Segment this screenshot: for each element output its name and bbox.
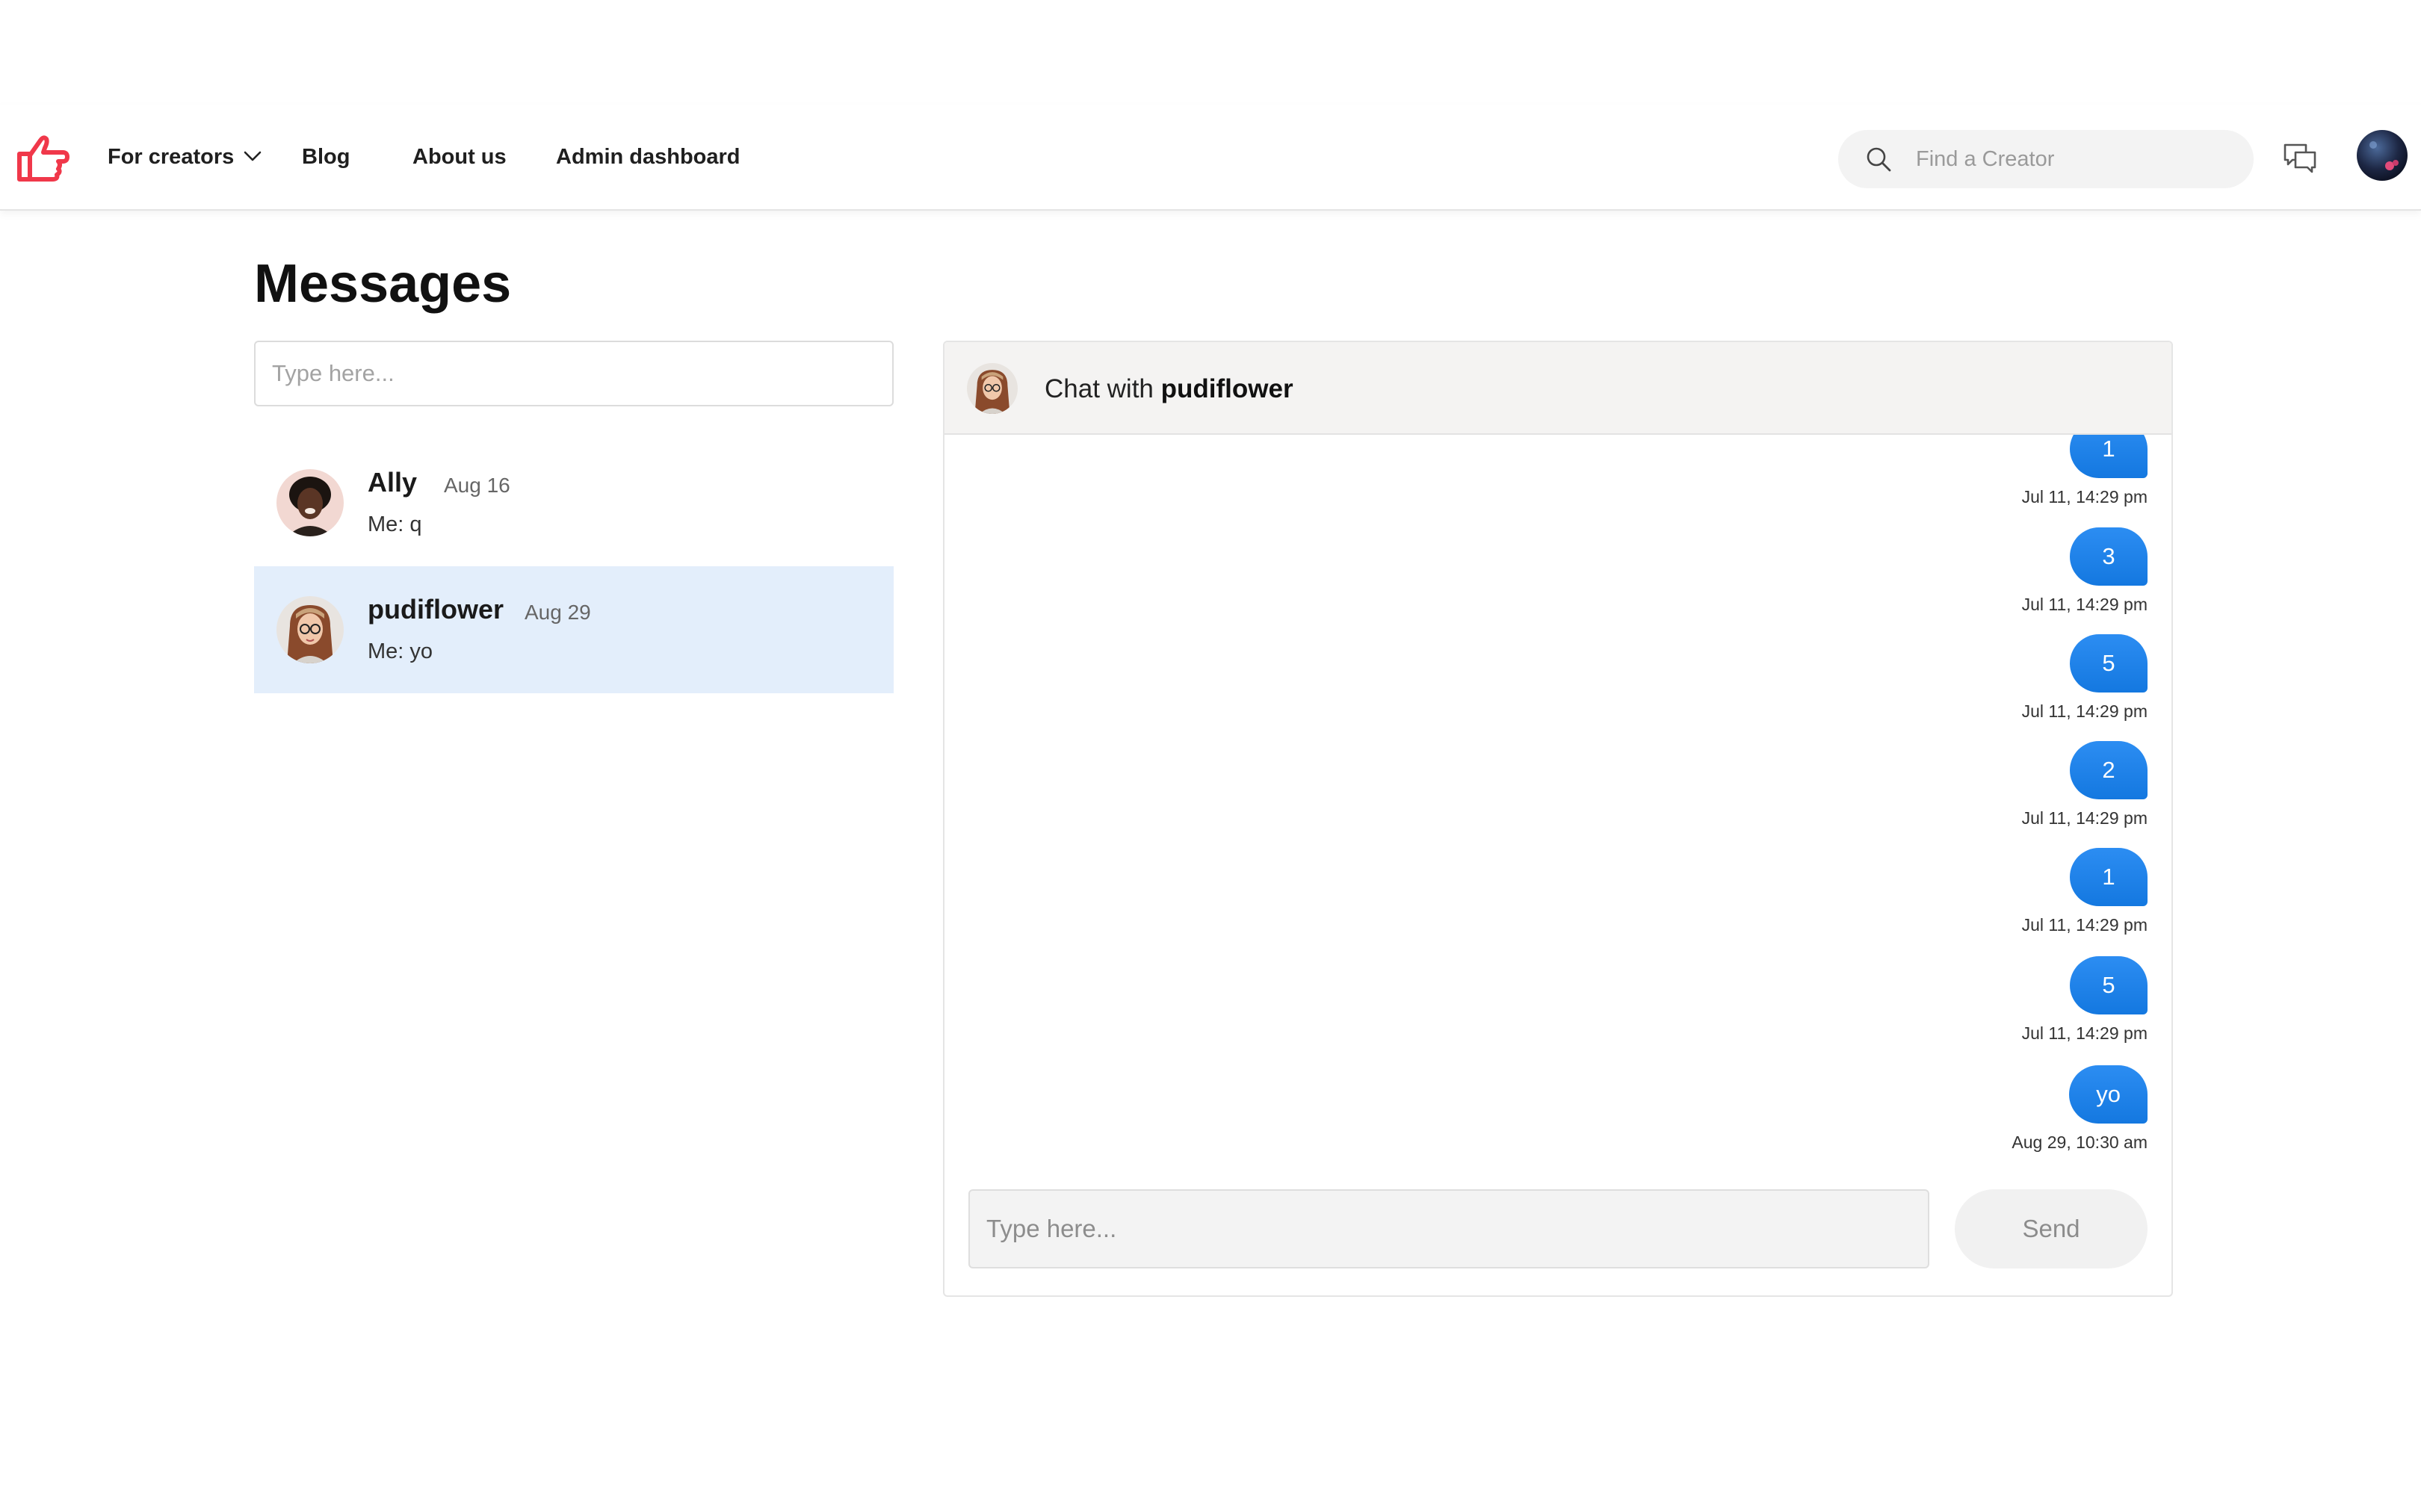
nav-admin-dashboard[interactable]: Admin dashboard [556, 142, 740, 172]
message: 3 Jul 11, 14:29 pm [2022, 527, 2148, 616]
message-timestamp: Aug 29, 10:30 am [2012, 1133, 2148, 1152]
conversation-date: Aug 29 [525, 601, 591, 624]
nav-about-us[interactable]: About us [412, 142, 507, 172]
user-avatar-image [2357, 130, 2408, 181]
message: 1 Jul 11, 14:29 pm [2022, 435, 2148, 508]
conversation-item-active[interactable]: pudiflower Aug 29 Me: yo [254, 566, 894, 693]
message-bubble: 1 [2070, 435, 2148, 478]
ally-avatar-image [276, 469, 344, 536]
conversation-item[interactable]: Ally Aug 16 Me: q [254, 439, 894, 566]
message: 5 Jul 11, 14:29 pm [2022, 956, 2148, 1044]
message-timestamp: Jul 11, 14:29 pm [2021, 487, 2148, 506]
message-bubble: 5 [2070, 634, 2148, 693]
message-timestamp: Jul 11, 14:29 pm [2021, 808, 2148, 828]
creator-search-box [1838, 130, 2254, 188]
user-avatar[interactable] [2357, 130, 2408, 181]
chat-title-prefix: Chat with [1045, 374, 1154, 403]
message: 5 Jul 11, 14:29 pm [2022, 634, 2148, 722]
pudiflower-avatar-image [276, 596, 344, 663]
top-navigation-bar: For creators Blog About us Admin dashboa… [0, 105, 2421, 211]
message: yo Aug 29, 10:30 am [2012, 1065, 2148, 1153]
message-timestamp: Jul 11, 14:29 pm [2021, 1023, 2148, 1043]
message: 2 Jul 11, 14:29 pm [2022, 741, 2148, 829]
avatar [276, 596, 344, 663]
pudiflower-avatar-image [967, 363, 1018, 414]
chat-panel: Chat with pudiflower 1 Jul 11, 14:29 pm … [943, 341, 2173, 1297]
chevron-down-icon [244, 151, 262, 161]
chat-partner-avatar [967, 363, 1018, 414]
conversation-date: Aug 16 [444, 474, 510, 497]
message-bubble: yo [2069, 1065, 2148, 1124]
search-icon [1867, 147, 1891, 172]
send-button[interactable]: Send [1955, 1189, 2148, 1268]
nav-blog[interactable]: Blog [302, 142, 350, 172]
pointing-hand-logo-icon[interactable] [15, 130, 70, 185]
conversation-preview: Me: q [368, 512, 422, 536]
chat-title: Chat with pudiflower [1045, 372, 1293, 406]
chat-header: Chat with pudiflower [944, 342, 2171, 435]
message-bubble: 5 [2070, 956, 2148, 1014]
message-bubble: 3 [2070, 527, 2148, 586]
avatar [276, 469, 344, 536]
message-thread[interactable]: 1 Jul 11, 14:29 pm 3 Jul 11, 14:29 pm 5 … [944, 435, 2171, 1167]
message: 1 Jul 11, 14:29 pm [2022, 848, 2148, 936]
page-title: Messages [254, 254, 512, 314]
conversation-list: Ally Aug 16 Me: q pudiflower Aug 29 Me: … [254, 439, 894, 693]
nav-for-creators-label: For creators [108, 145, 235, 169]
message-timestamp: Jul 11, 14:29 pm [2021, 595, 2148, 614]
conversation-preview: Me: yo [368, 639, 433, 663]
creator-search-input[interactable] [1916, 130, 2230, 188]
nav-for-creators[interactable]: For creators [108, 142, 262, 172]
message-bubble: 1 [2070, 848, 2148, 906]
chat-partner-name: pudiflower [1160, 374, 1293, 403]
message-input[interactable] [968, 1189, 1929, 1268]
message-timestamp: Jul 11, 14:29 pm [2021, 915, 2148, 935]
conversation-search-input[interactable] [254, 341, 894, 406]
conversation-name: Ally [368, 467, 418, 498]
message-timestamp: Jul 11, 14:29 pm [2021, 701, 2148, 721]
message-bubble: 2 [2070, 741, 2148, 799]
conversation-name: pudiflower [368, 594, 504, 625]
messages-icon[interactable] [2282, 140, 2318, 176]
